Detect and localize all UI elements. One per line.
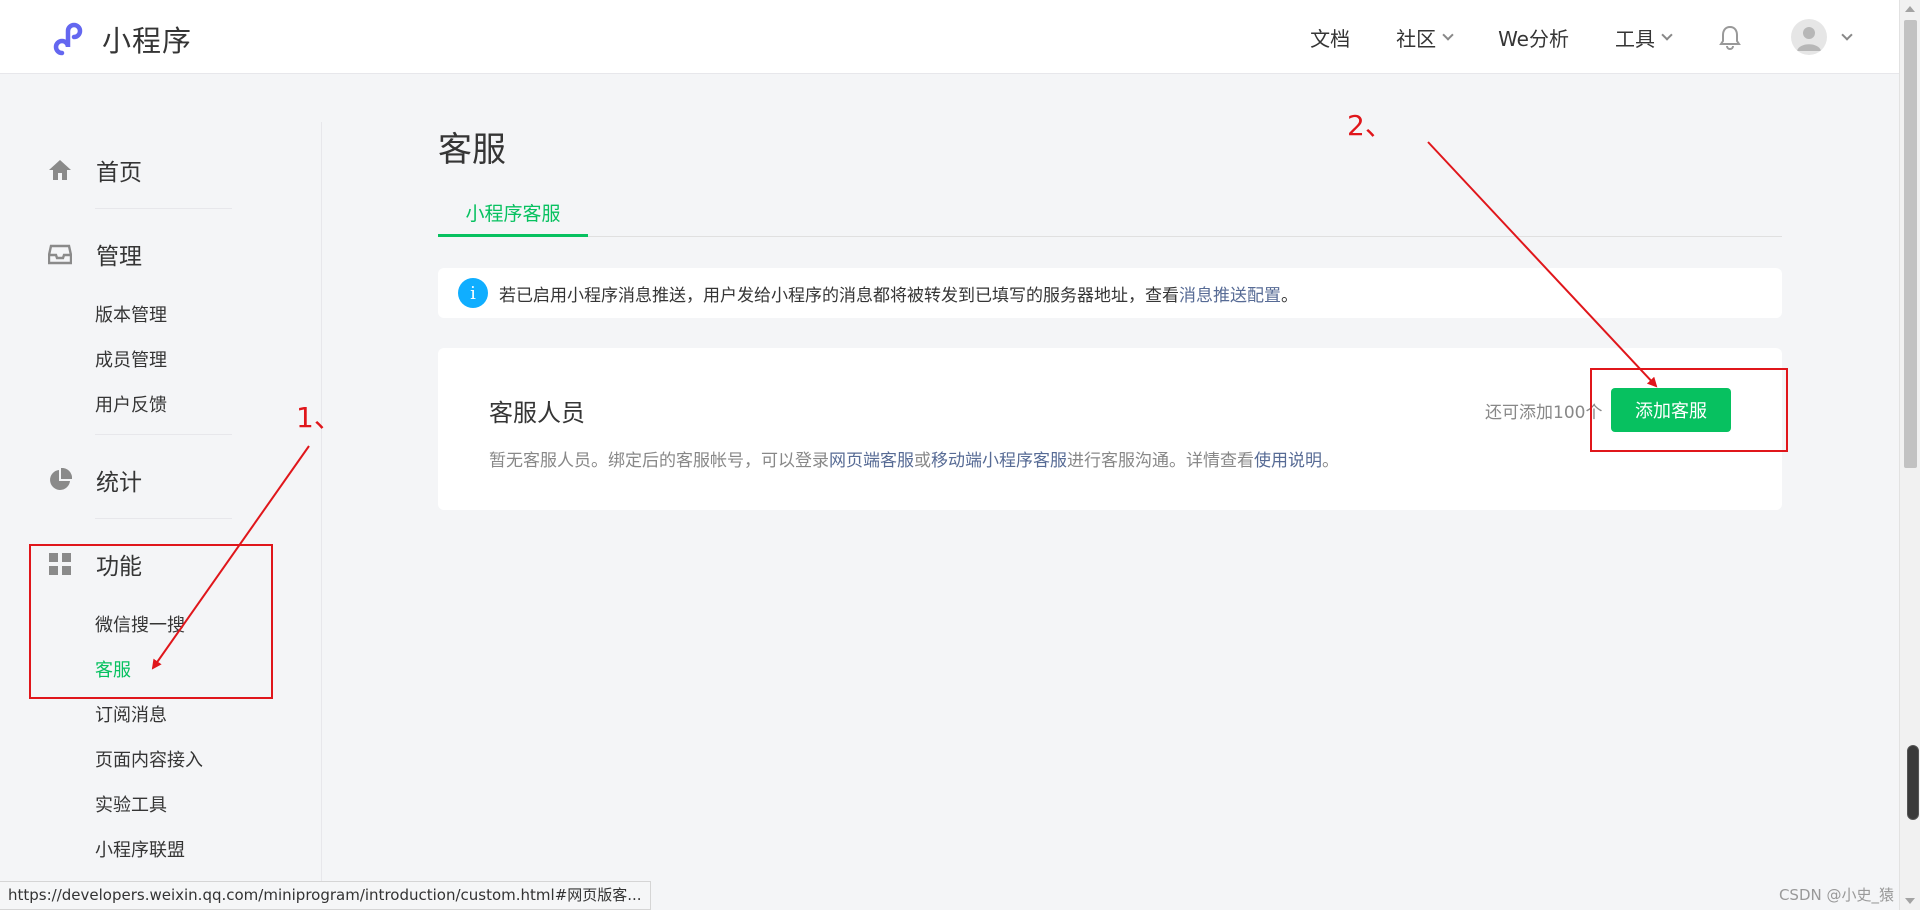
scroll-up-icon[interactable]	[1905, 6, 1915, 12]
info-icon: i	[458, 278, 488, 308]
tab-miniprogram-service[interactable]: 小程序客服	[438, 199, 588, 237]
nav-we-analysis[interactable]: We分析	[1498, 23, 1569, 52]
side-widget[interactable]	[1907, 745, 1919, 820]
annotation-label-1: 1、	[296, 401, 342, 434]
chevron-down-icon	[1442, 28, 1454, 41]
sidebar-item-subscribe-msg[interactable]: 订阅消息	[95, 701, 167, 727]
nav-we-analysis-label: We分析	[1498, 26, 1569, 51]
avatar-silhouette-icon	[1797, 27, 1821, 51]
nav-docs-label: 文档	[1310, 26, 1351, 51]
info-notice: i 若已启用小程序消息推送，用户发给小程序的消息都将被转发到已填写的服务器地址，…	[438, 268, 1782, 318]
desc-mid: 进行客服沟通。详情查看	[1067, 451, 1254, 471]
sidebar-item-alliance[interactable]: 小程序联盟	[95, 836, 185, 862]
notification-bell-icon[interactable]	[1717, 24, 1743, 50]
usage-guide-link[interactable]: 使用说明	[1254, 451, 1322, 471]
sidebar: 首页 管理 版本管理 成员管理 用户反馈 统计 功能 微信搜一搜 客服 订阅消息…	[0, 122, 322, 892]
sidebar-group-label: 管理	[96, 244, 142, 270]
pie-chart-icon	[48, 468, 72, 492]
desc-or: 或	[914, 451, 931, 471]
card-description: 暂无客服人员。绑定后的客服帐号，可以登录网页端客服或移动端小程序客服进行客服沟通…	[489, 446, 1339, 471]
logo-text: 小程序	[102, 24, 193, 58]
sidebar-item-experiment-tools[interactable]: 实验工具	[95, 791, 167, 817]
desc-suffix: 。	[1322, 451, 1339, 471]
notice-suffix: 。	[1281, 285, 1298, 306]
main-content: 客服 小程序客服 i 若已启用小程序消息推送，用户发给小程序的消息都将被转发到已…	[438, 122, 1782, 510]
chevron-down-icon	[1661, 28, 1673, 41]
user-avatar-icon[interactable]	[1791, 19, 1827, 55]
inbox-icon	[48, 242, 72, 266]
card-title: 客服人员	[489, 399, 585, 427]
top-nav: 文档 社区 We分析 工具	[1264, 0, 1853, 74]
annotation-box-button	[1590, 368, 1788, 452]
divider	[95, 434, 232, 435]
sidebar-item-version[interactable]: 版本管理	[95, 301, 167, 327]
nav-tools-label: 工具	[1615, 26, 1655, 51]
sidebar-group-label: 统计	[96, 470, 142, 496]
page-scrollbar[interactable]	[1899, 0, 1920, 910]
nav-docs[interactable]: 文档	[1310, 23, 1350, 52]
nav-tools[interactable]: 工具	[1615, 23, 1673, 52]
status-url-bar: https://developers.weixin.qq.com/minipro…	[0, 881, 651, 910]
sidebar-group-home[interactable]: 首页	[48, 153, 142, 187]
tab-bar: 小程序客服	[438, 199, 1782, 237]
sidebar-item-page-content[interactable]: 页面内容接入	[95, 746, 203, 772]
home-icon	[48, 158, 72, 182]
page-title: 客服	[438, 130, 506, 170]
chevron-down-icon[interactable]	[1841, 28, 1853, 41]
annotation-box-sidebar	[29, 544, 273, 699]
message-push-config-link[interactable]: 消息推送配置	[1179, 281, 1281, 306]
web-service-link[interactable]: 网页端客服	[829, 451, 914, 471]
desc-prefix: 暂无客服人员。绑定后的客服帐号，可以登录	[489, 451, 829, 471]
divider	[95, 518, 232, 519]
notice-text: 若已启用小程序消息推送，用户发给小程序的消息都将被转发到已填写的服务器地址，查看	[499, 285, 1179, 306]
sidebar-item-feedback[interactable]: 用户反馈	[95, 391, 167, 417]
top-header: 小程序 文档 社区 We分析 工具	[0, 0, 1899, 74]
divider	[95, 208, 232, 209]
sidebar-group-manage[interactable]: 管理	[48, 237, 142, 271]
watermark: CSDN @小史_猿	[1778, 886, 1894, 904]
scroll-thumb[interactable]	[1904, 20, 1917, 468]
sidebar-item-members[interactable]: 成员管理	[95, 346, 167, 372]
sidebar-group-stats[interactable]: 统计	[48, 463, 142, 497]
miniprogram-logo-icon	[53, 22, 83, 56]
nav-community-label: 社区	[1396, 26, 1437, 51]
sidebar-group-label: 首页	[96, 160, 142, 186]
mobile-service-link[interactable]: 移动端小程序客服	[931, 451, 1067, 471]
nav-community[interactable]: 社区	[1396, 23, 1454, 52]
annotation-label-2: 2、	[1347, 109, 1393, 142]
service-staff-card: 客服人员 暂无客服人员。绑定后的客服帐号，可以登录网页端客服或移动端小程序客服进…	[438, 348, 1782, 510]
remaining-quota: 还可添加100个	[1485, 403, 1603, 423]
scroll-down-icon[interactable]	[1905, 898, 1915, 904]
logo[interactable]: 小程序	[48, 18, 192, 60]
